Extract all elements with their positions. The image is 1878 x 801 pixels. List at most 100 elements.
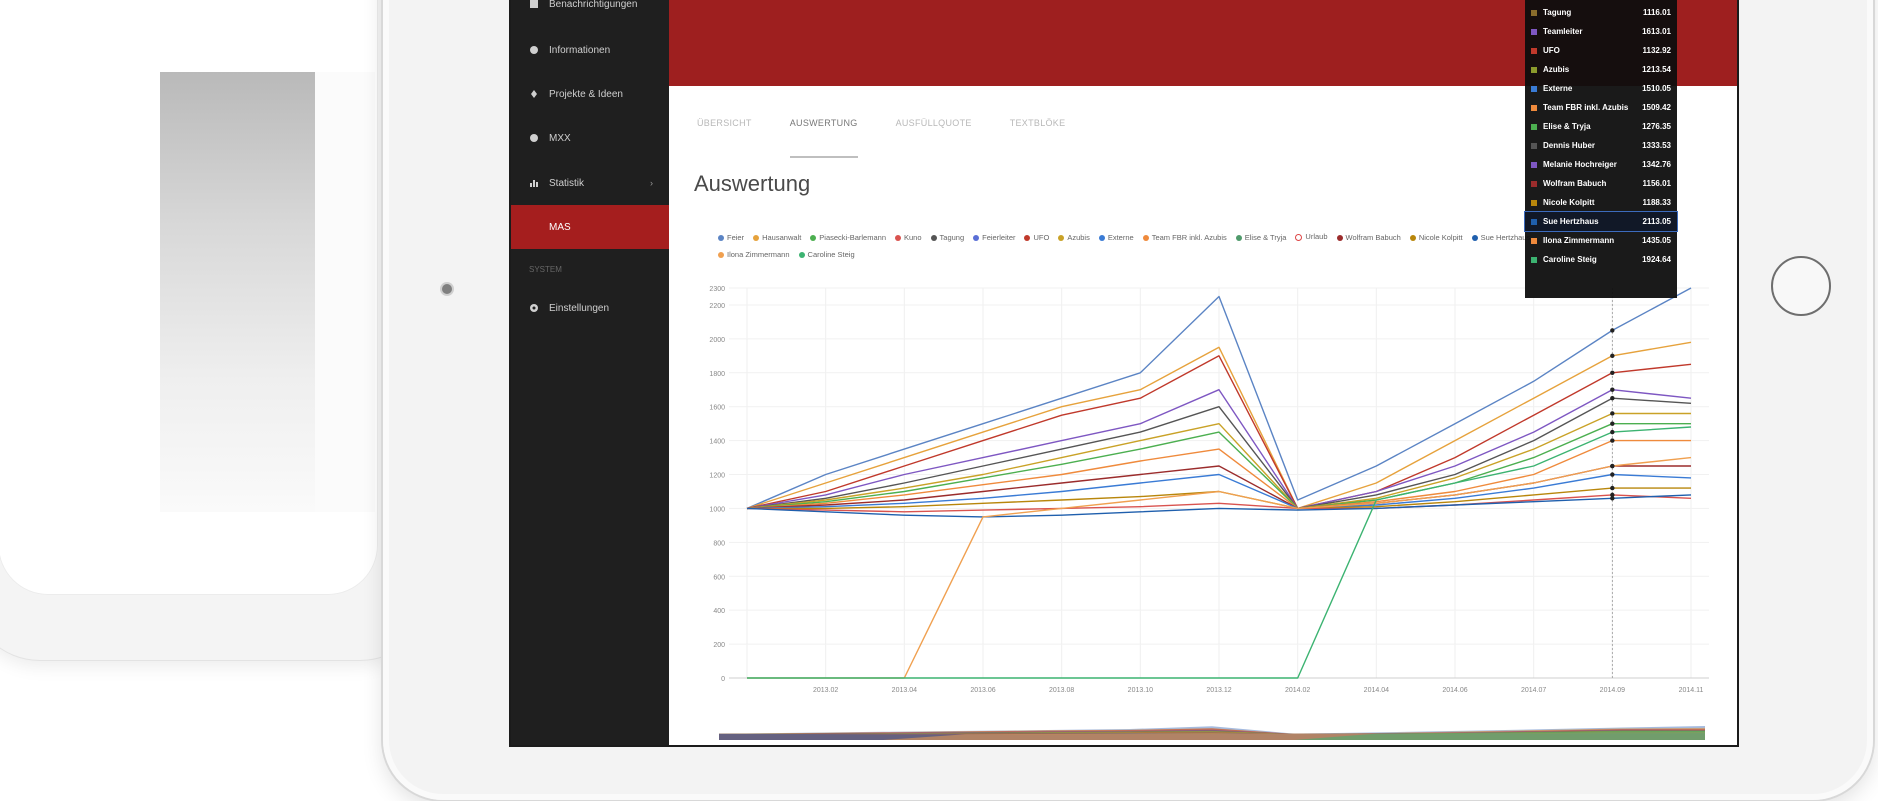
tablet-screen: Benachrichtigungen Informationen Projekt… [511,0,1737,745]
tooltip-series-value: 1276.35 [1642,122,1671,131]
tooltip-series-value: 1435.05 [1642,236,1671,245]
series-swatch-icon [1531,142,1537,149]
tooltip-series-name: Sue Hertzhaus [1543,217,1599,226]
tooltip-series-name: Melanie Hochreiger [1543,160,1617,169]
chart-legend: Feier Hausanwalt Piasecki-Barlemann Kuno Tag… [718,229,1598,264]
sidebar-item-label: MXX [549,132,571,144]
legend-item[interactable]: Ilona Zimmermann [718,247,790,263]
tooltip-series-value: 2113.05 [1642,217,1671,226]
x-tick-label: 2013.02 [813,687,838,694]
legend-marker-icon [1235,234,1242,241]
legend-item[interactable]: Feierleiter [973,230,1015,246]
sidebar-item-projects[interactable]: Projekte & Ideen [511,74,669,114]
legend-item[interactable]: Piasecki-Barlemann [810,230,886,246]
y-tick-label: 0 [721,676,725,683]
tooltip-row: Ilona Zimmermann 1435.05 [1525,231,1677,250]
sidebar-item-information[interactable]: Informationen [511,30,669,70]
x-tick-label: 2013.04 [892,687,917,694]
tooltip-series-name: Caroline Steig [1543,255,1597,264]
tooltip-series-value: 1132.92 [1642,46,1671,55]
legend-marker-icon [1409,234,1416,241]
legend-item[interactable]: Team FBR inkl. Azubis [1142,230,1227,246]
series-swatch-icon [1531,123,1537,130]
hover-point [1610,328,1615,333]
x-tick-label: 2014.02 [1285,687,1310,694]
legend-item[interactable]: Nicole Kolpitt [1409,230,1463,246]
legend-marker-icon [1024,234,1031,241]
x-tick-label: 2013.10 [1128,687,1153,694]
y-tick-label: 800 [713,540,725,547]
circle-icon [529,133,539,143]
series-swatch-icon [1531,180,1537,187]
tooltip-row: Nicole Kolpitt 1188.33 [1525,193,1677,212]
legend-label: Elise & Tryja [1244,232,1287,242]
legend-marker-icon [1058,234,1065,241]
legend-item[interactable]: Azubis [1058,230,1090,246]
legend-label: Kuno [904,232,922,242]
background-device-screen [160,72,315,512]
chart-icon [529,178,539,188]
tooltip-series-value: 1924.64 [1642,255,1671,264]
hover-point [1610,370,1615,375]
tooltip-series-value: 1509.42 [1642,103,1671,112]
tab-evaluation[interactable]: AUSWERTUNG [789,118,858,158]
x-tick-label: 2013.06 [970,687,995,694]
hover-point [1610,396,1615,401]
legend-item[interactable]: Elise & Tryja [1235,230,1287,246]
y-tick-label: 2200 [709,303,725,310]
hover-point [1610,429,1615,435]
legend-label: Ilona Zimmermann [727,249,790,259]
sidebar-item-label: Einstellungen [549,302,610,314]
x-tick-label: 2014.07 [1521,687,1546,694]
sidebar-section-label: SYSTEM [529,265,562,274]
tab-text-blocks[interactable]: TEXTBLÖKE [1010,118,1066,158]
legend-item[interactable]: UFO [1024,230,1049,246]
legend-label: Caroline Steig [807,249,855,259]
hover-point [1610,411,1615,416]
hover-point [1610,353,1615,359]
legend-item[interactable]: Sue Hertzhaus [1471,230,1530,246]
hover-point [1610,472,1615,477]
legend-item[interactable]: Externe [1098,230,1134,246]
legend-label: Nicole Kolpitt [1418,232,1463,242]
series-swatch-icon [1531,256,1537,263]
sidebar-item-mas[interactable]: MAS [511,205,669,249]
tooltip-row: Externe 1510.05 [1525,79,1677,98]
hover-point [1610,438,1615,443]
series-swatch-icon [1531,28,1537,35]
legend-item[interactable]: Tagung [930,230,964,246]
y-tick-label: 1800 [709,371,725,378]
tab-fill-rate[interactable]: AUSFÜLLQUOTE [896,118,972,158]
legend-label: Feier [727,232,745,242]
legend-label: Piasecki-Barlemann [819,232,886,242]
tooltip-series-value: 1116.01 [1642,8,1671,17]
home-button[interactable] [1771,256,1831,316]
tooltip-series-value: 1333.53 [1642,141,1671,150]
chevron-right-icon: › [650,178,653,188]
y-tick-label: 200 [713,642,725,649]
legend-item[interactable]: Kuno [895,230,922,246]
legend-marker-icon [1295,233,1303,241]
tab-overview[interactable]: ÜBERSICHT [697,118,752,158]
tooltip-row: Melanie Hochreiger 1342.76 [1525,155,1677,174]
legend-item[interactable]: Feier [718,230,744,246]
tooltip-series-name: Externe [1543,84,1573,93]
sidebar-item-statistics[interactable]: Statistik › [511,163,669,203]
x-tick-label: 2014.09 [1600,687,1625,694]
sidebar-item-notifications[interactable]: Benachrichtigungen [511,0,669,24]
legend-item[interactable]: Urlaub [1295,229,1328,245]
sidebar-item-mxx[interactable]: MXX [511,118,669,158]
x-tick-label: 2013.08 [1049,687,1074,694]
legend-marker-icon [798,251,805,258]
tooltip-series-name: Team FBR inkl. Azubis [1543,103,1629,112]
series-swatch-icon [1531,237,1537,244]
legend-item[interactable]: Wolfram Babuch [1336,230,1401,246]
tooltip-series-name: Nicole Kolpitt [1543,198,1595,207]
series-swatch-icon [1531,47,1537,54]
legend-item[interactable]: Caroline Steig [798,247,855,263]
series-swatch-icon [1531,104,1537,111]
chart-navigator[interactable] [719,718,1705,740]
sidebar-item-settings[interactable]: Einstellungen [511,288,669,328]
legend-item[interactable]: Hausanwalt [753,230,801,246]
tooltip-series-value: 1510.05 [1642,84,1671,93]
